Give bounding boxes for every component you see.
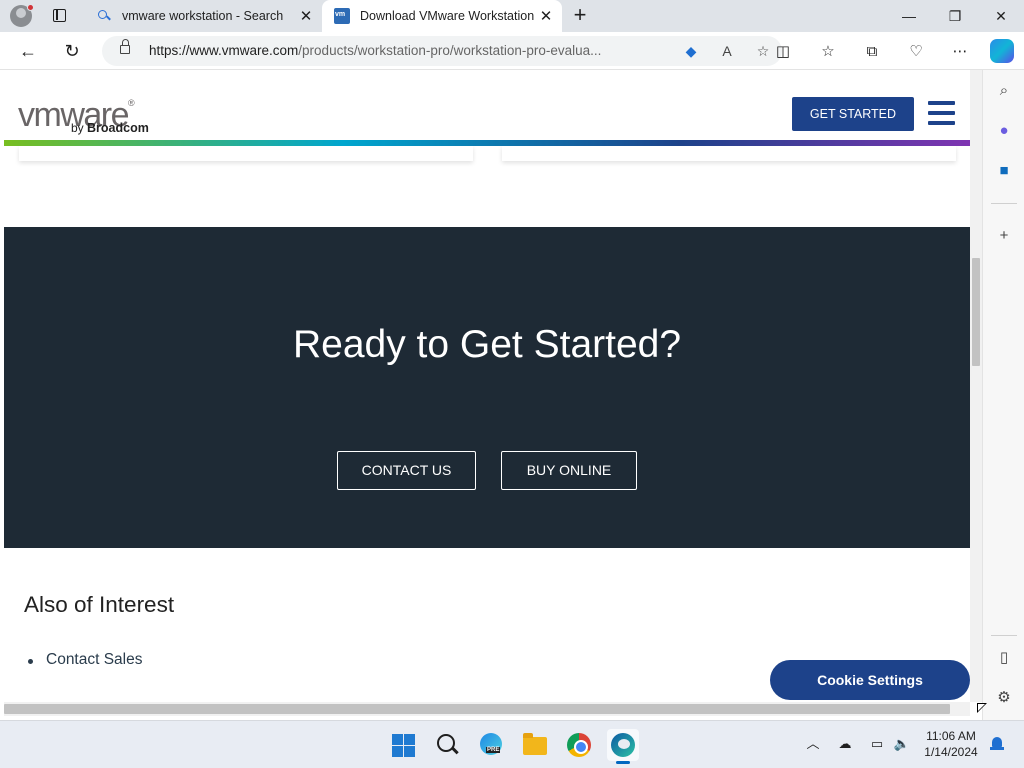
split-screen-icon[interactable]: ◫ (772, 41, 794, 63)
tab-strip: vmware workstation - Search ✕ Download V… (0, 0, 1024, 32)
page-viewport: Ready to Get Started? CONTACT US BUY ONL… (4, 70, 970, 702)
lock-icon[interactable] (120, 39, 130, 54)
copilot-icon[interactable] (990, 39, 1014, 63)
onedrive-icon[interactable]: ☁ (836, 735, 854, 753)
tab-title: vmware workstation - Search (122, 9, 284, 23)
tab-vmware-download[interactable]: Download VMware Workstation ✕ (322, 0, 562, 32)
scrollbar-thumb[interactable] (4, 704, 950, 714)
windows-taskbar: PRE ︿ ☁ ▭ 🔈 11:06 AM 1/14/2024 (0, 720, 1024, 768)
minimize-button[interactable]: — (886, 0, 932, 32)
edge-sidebar: ⌕ ● ■ + ▯ ⚙ (982, 70, 1024, 720)
search-favicon-icon (96, 8, 112, 24)
taskbar-search-icon[interactable] (431, 729, 463, 761)
by-broadcom-label: by Broadcom (71, 121, 149, 135)
close-tab-icon[interactable]: ✕ (538, 7, 554, 25)
back-button[interactable]: ← (14, 38, 42, 64)
scrollbar-thumb[interactable] (972, 258, 980, 366)
clock-date: 1/14/2024 (924, 745, 978, 759)
show-hidden-icons-chevron-icon[interactable]: ︿ (804, 735, 822, 753)
network-icon[interactable]: ▭ (868, 735, 886, 753)
profile-notification-dot (27, 4, 34, 11)
hide-sidebar-icon[interactable]: ▯ (993, 647, 1015, 669)
contact-sales-link[interactable]: Contact Sales (28, 651, 143, 669)
logo-by-text: by (71, 121, 84, 135)
sidebar-copilot-app-icon[interactable]: ● (993, 120, 1015, 142)
hamburger-menu-icon[interactable] (928, 101, 955, 125)
also-of-interest-heading: Also of Interest (24, 592, 175, 617)
clock-time: 11:06 AM (926, 729, 976, 743)
chrome-icon[interactable] (563, 729, 595, 761)
site-header: vmware® by Broadcom GET STARTED (4, 70, 970, 146)
tab-search[interactable]: vmware workstation - Search ✕ (84, 0, 322, 32)
tab-title: Download VMware Workstation (360, 9, 535, 23)
refresh-button[interactable]: ↻ (58, 38, 86, 64)
restore-button[interactable]: ❐ (932, 0, 978, 32)
sidebar-divider (991, 635, 1017, 636)
brand-gradient-bar (4, 140, 970, 146)
favorites-icon[interactable]: ☆ (817, 41, 839, 63)
cta-heading: Ready to Get Started? (292, 323, 682, 366)
logo-company: Broadcom (87, 121, 149, 135)
collections-icon[interactable]: ⧉ (861, 41, 883, 63)
url-text[interactable]: https://www.vmware.com/products/workstat… (149, 43, 601, 58)
mouse-cursor-icon (977, 703, 987, 713)
sidebar-divider (991, 203, 1017, 204)
content-card (19, 146, 473, 161)
add-sidebar-app-icon[interactable]: + (993, 225, 1015, 247)
browser-toolbar: ← ↻ https://www.vmware.com/products/work… (0, 32, 1024, 70)
new-tab-button[interactable]: + (568, 4, 592, 28)
horizontal-scrollbar[interactable] (4, 702, 970, 716)
url-path: /products/workstation-pro/workstation-pr… (298, 43, 602, 58)
volume-muted-icon[interactable]: 🔈 (893, 735, 911, 753)
url-host: https://www.vmware.com (149, 43, 299, 58)
close-window-button[interactable]: ✕ (978, 0, 1024, 32)
notification-bell-icon[interactable] (989, 735, 1005, 753)
vmware-favicon-icon (334, 8, 350, 24)
buy-online-button[interactable]: BUY ONLINE (501, 451, 637, 490)
interest-list: Contact Sales (28, 651, 143, 669)
cookie-settings-button[interactable]: Cookie Settings (770, 660, 970, 700)
address-bar[interactable]: https://www.vmware.com/products/workstat… (102, 36, 782, 66)
start-icon[interactable] (389, 729, 421, 761)
sidebar-search-icon[interactable]: ⌕ (993, 80, 1015, 102)
tab-actions-menu-icon[interactable] (48, 6, 70, 26)
contact-us-button[interactable]: CONTACT US (337, 451, 476, 490)
logo-trademark: ® (128, 98, 135, 108)
close-tab-icon[interactable]: ✕ (298, 7, 314, 25)
browser-essentials-icon[interactable]: ♡ (905, 41, 927, 63)
edge-beta-icon[interactable]: PRE (475, 729, 507, 761)
cta-banner: Ready to Get Started? CONTACT US BUY ONL… (4, 227, 970, 548)
edge-icon[interactable] (607, 729, 639, 764)
more-menu-icon[interactable]: ⋯ (949, 41, 971, 63)
shopping-tag-icon[interactable]: ◆ (680, 40, 702, 62)
sidebar-settings-icon[interactable]: ⚙ (993, 687, 1015, 709)
taskbar-clock[interactable]: 11:06 AM 1/14/2024 (918, 728, 984, 760)
favorite-star-icon[interactable]: ☆ (752, 40, 774, 62)
content-card (502, 146, 956, 161)
vertical-scrollbar[interactable] (970, 70, 982, 702)
get-started-button[interactable]: GET STARTED (792, 97, 914, 131)
file-explorer-icon[interactable] (519, 729, 551, 761)
outlook-icon[interactable]: ■ (993, 160, 1015, 182)
read-aloud-icon[interactable]: A (716, 40, 738, 62)
